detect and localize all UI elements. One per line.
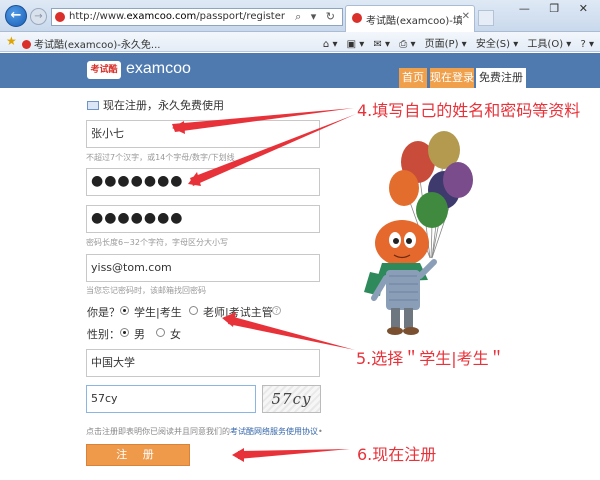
annotation-step4: 4.填写自己的姓名和密码等资料 [357,101,581,120]
illustration-overlay [172,108,473,462]
mascot-icon [364,220,437,335]
balloons-icon [389,131,473,228]
annotation-arrows [172,108,356,462]
annotation-step5: 5.选择＂学生|考生＂ [356,349,505,368]
annotation-step6: 6.现在注册 [357,445,437,464]
